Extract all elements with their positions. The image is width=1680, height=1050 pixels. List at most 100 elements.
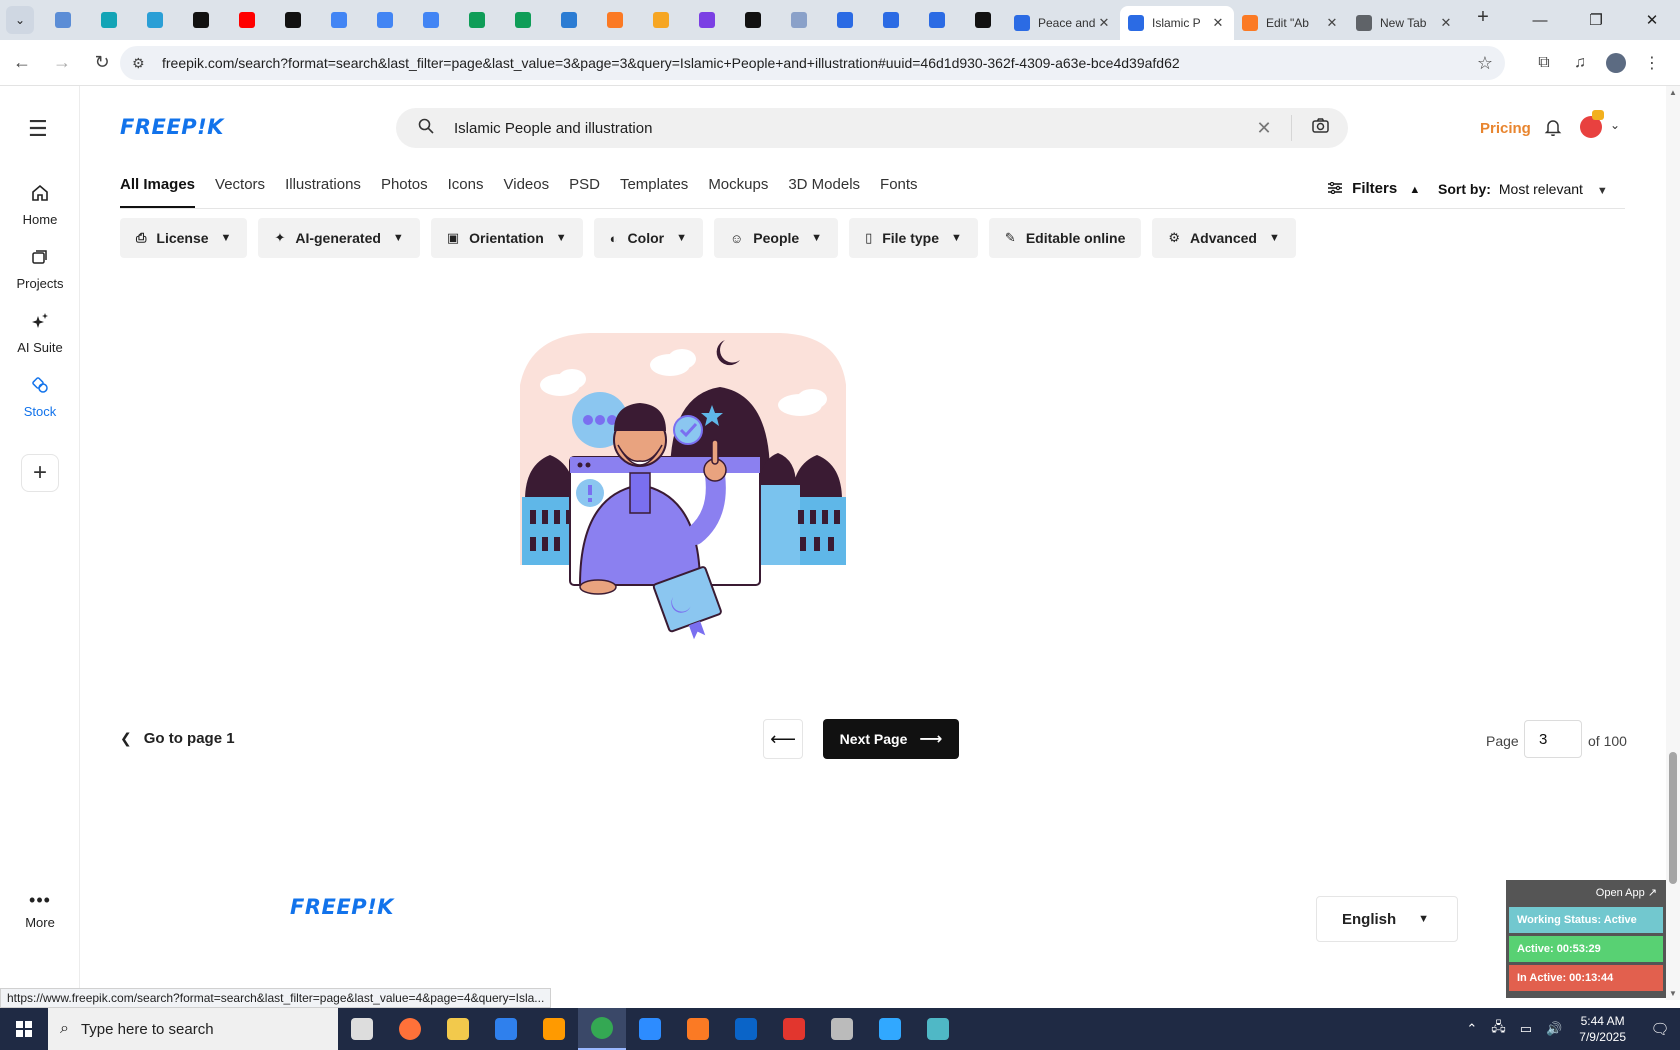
battery-icon[interactable]: ▭ — [1520, 1021, 1532, 1037]
footer-freepik-logo[interactable]: FREEP!K — [290, 895, 394, 919]
close-icon[interactable]: ✕ — [1624, 0, 1680, 40]
tab-icons[interactable]: Icons — [448, 176, 484, 208]
taskbar-app[interactable] — [722, 1008, 770, 1050]
taskbar-app[interactable] — [866, 1008, 914, 1050]
pinned-tab[interactable] — [270, 4, 316, 36]
filter-chip-ai-generated[interactable]: ✦ AI-generated ▼ — [258, 218, 420, 258]
pinned-tab[interactable] — [40, 4, 86, 36]
taskbar-app[interactable] — [530, 1008, 578, 1050]
minimize-icon[interactable]: — — [1512, 0, 1568, 40]
scroll-down-icon[interactable]: ▼ — [1669, 989, 1677, 998]
close-tab-icon[interactable]: ✕ — [1324, 15, 1340, 31]
pinned-tab[interactable] — [960, 4, 1006, 36]
close-tab-icon[interactable]: ✕ — [1438, 15, 1454, 31]
camera-search-icon[interactable] — [1292, 118, 1348, 138]
language-selector[interactable]: English ▼ — [1316, 896, 1458, 942]
browser-tab[interactable]: Islamic P ✕ — [1120, 6, 1234, 40]
hamburger-menu-icon[interactable]: ☰ — [28, 116, 48, 142]
tab-search-button[interactable]: ⌄ — [6, 6, 34, 34]
next-page-button[interactable]: Next Page ⟶ — [823, 719, 959, 759]
tab-templates[interactable]: Templates — [620, 176, 688, 208]
clear-search-icon[interactable]: ✕ — [1249, 118, 1279, 139]
search-input[interactable]: Islamic People and illustration — [454, 120, 1249, 137]
start-button[interactable] — [0, 1008, 48, 1050]
taskbar-app[interactable] — [818, 1008, 866, 1050]
taskbar-app[interactable] — [770, 1008, 818, 1050]
pinned-tab[interactable] — [592, 4, 638, 36]
sort-dropdown[interactable]: Sort by: Most relevant ▼ — [1438, 181, 1608, 197]
filter-chip-people[interactable]: ☺ People ▼ — [713, 218, 839, 258]
back-button[interactable]: ← — [4, 45, 40, 81]
pinned-tab[interactable] — [86, 4, 132, 36]
forward-button[interactable]: → — [44, 45, 80, 81]
page-number-input[interactable] — [1524, 720, 1582, 758]
media-control-icon[interactable]: ♫ — [1562, 46, 1598, 80]
pricing-link[interactable]: Pricing — [1480, 120, 1531, 137]
browser-tab[interactable]: Edit "Ab ✕ — [1234, 6, 1348, 40]
pinned-tab[interactable] — [638, 4, 684, 36]
filter-chip-editable-online[interactable]: ✎ Editable online — [988, 218, 1142, 258]
browser-tab[interactable]: Peace and ✕ — [1006, 6, 1120, 40]
taskbar-app[interactable] — [626, 1008, 674, 1050]
new-tab-button[interactable]: + — [1468, 6, 1498, 29]
tab-fonts[interactable]: Fonts — [880, 176, 918, 208]
rail-item-home[interactable]: Home — [0, 184, 80, 227]
profile-avatar[interactable] — [1606, 53, 1626, 73]
pinned-tab[interactable] — [822, 4, 868, 36]
close-tab-icon[interactable]: ✕ — [1210, 15, 1226, 31]
pinned-tab[interactable] — [362, 4, 408, 36]
network-icon[interactable]: 🖧 — [1491, 1018, 1506, 1040]
pinned-tab[interactable] — [500, 4, 546, 36]
tab-3d-models[interactable]: 3D Models — [788, 176, 860, 208]
pinned-tab[interactable] — [684, 4, 730, 36]
rail-item-stock[interactable]: Stock — [0, 376, 80, 419]
previous-page-button[interactable]: ⟵ — [763, 719, 803, 759]
add-button[interactable]: + — [21, 454, 59, 492]
filter-chip-advanced[interactable]: ⚙ Advanced ▼ — [1152, 218, 1296, 258]
tab-videos[interactable]: Videos — [504, 176, 550, 208]
pinned-tab[interactable] — [132, 4, 178, 36]
taskbar-app[interactable] — [434, 1008, 482, 1050]
site-settings-icon[interactable]: ⚙ — [132, 55, 154, 72]
taskbar-app[interactable] — [674, 1008, 722, 1050]
tab-mockups[interactable]: Mockups — [708, 176, 768, 208]
scroll-up-icon[interactable]: ▲ — [1669, 88, 1677, 97]
pinned-tab[interactable] — [730, 4, 776, 36]
tab-illustrations[interactable]: Illustrations — [285, 176, 361, 208]
extensions-icon[interactable]: ⧉ — [1526, 46, 1562, 80]
taskbar-clock[interactable]: 5:44 AM 7/9/2025 — [1579, 1013, 1626, 1045]
tab-photos[interactable]: Photos — [381, 176, 428, 208]
pinned-tab[interactable] — [316, 4, 362, 36]
kebab-menu-icon[interactable]: ⋮ — [1634, 46, 1670, 80]
address-bar[interactable]: ⚙ freepik.com/search?format=search&last_… — [120, 46, 1505, 80]
filters-toggle-button[interactable]: Filters ▲ — [1328, 180, 1420, 197]
taskbar-app[interactable] — [386, 1008, 434, 1050]
tab-all-images[interactable]: All Images — [120, 176, 196, 208]
chevron-up-icon[interactable]: ⌃ — [1466, 1021, 1477, 1037]
taskbar-app[interactable] — [482, 1008, 530, 1050]
pinned-tab[interactable] — [776, 4, 822, 36]
close-tab-icon[interactable]: ✕ — [1096, 15, 1112, 31]
rail-item-more[interactable]: ••• More — [0, 890, 80, 930]
rail-item-ai-suite[interactable]: AI Suite — [0, 312, 80, 355]
go-to-page-1-link[interactable]: ❮ Go to page 1 — [120, 730, 235, 747]
page-scrollbar[interactable]: ▲ ▼ — [1666, 86, 1680, 1000]
filter-chip-color[interactable]: ◐ Color ▼ — [593, 218, 703, 258]
pinned-tab[interactable] — [914, 4, 960, 36]
taskbar-app[interactable] — [338, 1008, 386, 1050]
freepik-logo[interactable]: FREEP!K — [120, 115, 224, 139]
pinned-tab[interactable] — [868, 4, 914, 36]
scrollbar-thumb[interactable] — [1669, 752, 1677, 884]
pinned-tab[interactable] — [224, 4, 270, 36]
pinned-tab[interactable] — [454, 4, 500, 36]
restore-icon[interactable]: ❐ — [1568, 0, 1624, 40]
tab-psd[interactable]: PSD — [569, 176, 600, 208]
volume-icon[interactable]: 🔊 — [1546, 1021, 1562, 1037]
pinned-tab[interactable] — [178, 4, 224, 36]
filter-chip-orientation[interactable]: ▣ Orientation ▼ — [430, 218, 583, 258]
filter-chip-license[interactable]: ⎙ License ▼ — [120, 218, 248, 258]
result-illustration[interactable] — [510, 325, 860, 645]
taskbar-app[interactable] — [914, 1008, 962, 1050]
reload-button[interactable]: ↻ — [84, 45, 120, 81]
pinned-tab[interactable] — [546, 4, 592, 36]
